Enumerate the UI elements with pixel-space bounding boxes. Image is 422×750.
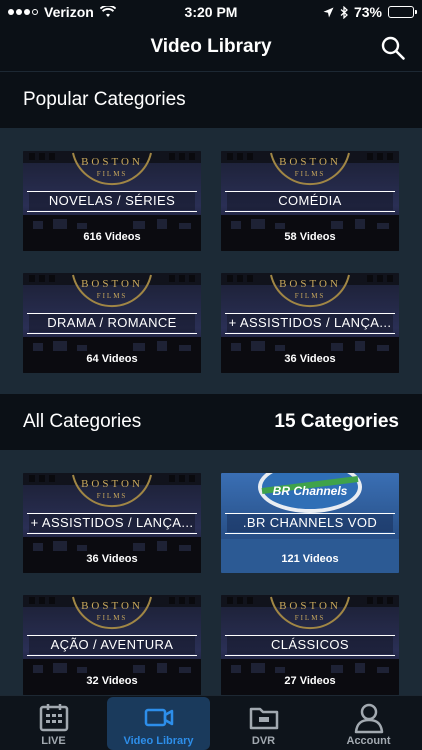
tile-brand-line1: BOSTON [279, 600, 341, 612]
tab-live[interactable]: LIVE [2, 697, 105, 750]
category-name: CLÁSSICOS [227, 636, 393, 654]
all-categories-title: All Categories [23, 411, 142, 432]
battery-icon [388, 6, 417, 18]
tab-label: Account [346, 735, 391, 747]
all-categories-header: All Categories 15 Categories [0, 394, 422, 450]
folder-icon [249, 707, 278, 730]
tile-divider [27, 211, 197, 212]
tile-divider [225, 211, 395, 212]
tile-divider [27, 333, 197, 334]
category-tile[interactable]: BOSTON FILMS + ASSISTIDOS / LANÇA... 36 … [23, 473, 201, 573]
tab-label: LIVE [41, 735, 66, 747]
category-name: NOVELAS / SÉRIES [29, 192, 195, 210]
popular-categories-title: Popular Categories [23, 89, 186, 110]
category-tile[interactable]: BOSTON FILMS AÇÃO / AVENTURA 32 Videos [23, 595, 201, 695]
tile-brand-line1: BOSTON [81, 600, 143, 612]
category-tile[interactable]: BOSTON FILMS DRAMA / ROMANCE 64 Videos [23, 273, 201, 373]
tile-divider [225, 333, 395, 334]
video-camera-icon [144, 708, 173, 727]
video-count: 64 Videos [86, 353, 138, 365]
video-count: 27 Videos [284, 675, 336, 687]
category-name: .BR CHANNELS VOD [227, 514, 393, 532]
tile-brand-line2: FILMS [295, 614, 326, 622]
tile-divider [27, 655, 197, 656]
tile-divider [27, 533, 197, 534]
tile-brand-line1: BOSTON [279, 278, 341, 290]
category-tile[interactable]: BR Channels .BR CHANNELS VOD 121 Videos [221, 473, 399, 573]
nav-bar: Video Library [0, 24, 422, 72]
tile-brand-line2: FILMS [295, 170, 326, 178]
status-right: 73% [323, 4, 417, 20]
tile-brand-line1: BOSTON [81, 156, 143, 168]
tab-account[interactable]: Account [317, 697, 420, 750]
category-name: COMÉDIA [227, 192, 393, 210]
location-icon [323, 7, 334, 17]
br-channels-banner: BR Channels [273, 484, 348, 498]
tile-brand-line2: FILMS [97, 614, 128, 622]
tab-dvr[interactable]: DVR [212, 697, 315, 750]
category-tile[interactable]: BOSTON FILMS + ASSISTIDOS / LANÇA... 36 … [221, 273, 399, 373]
tile-brand-line2: FILMS [295, 292, 326, 300]
category-tile[interactable]: BOSTON FILMS COMÉDIA 58 Videos [221, 151, 399, 251]
tile-divider [225, 533, 395, 534]
tab-video-library[interactable]: Video Library [107, 697, 210, 750]
video-count: 58 Videos [284, 231, 336, 243]
category-tile[interactable]: BOSTON FILMS CLÁSSICOS 27 Videos [221, 595, 399, 695]
video-count: 616 Videos [83, 231, 141, 243]
tile-brand-line1: BOSTON [81, 478, 143, 490]
video-count: 36 Videos [86, 553, 138, 565]
category-name: + ASSISTIDOS / LANÇA... [227, 314, 393, 332]
tab-label: Video Library [123, 735, 194, 747]
status-bar: Verizon 3:20 PM 73% [0, 0, 422, 24]
bluetooth-icon [340, 5, 348, 19]
search-icon[interactable] [380, 35, 406, 61]
tile-divider [225, 655, 395, 656]
tile-brand-line1: BOSTON [81, 278, 143, 290]
categories-count: 15 Categories [274, 411, 399, 432]
page-title: Video Library [150, 36, 272, 57]
tile-brand-line1: BOSTON [279, 156, 341, 168]
category-name: + ASSISTIDOS / LANÇA... [29, 514, 195, 532]
video-count: 36 Videos [284, 353, 336, 365]
video-count: 121 Videos [281, 553, 339, 565]
category-name: DRAMA / ROMANCE [29, 314, 195, 332]
tab-bar: LIVE Video Library DVR Account [0, 695, 422, 750]
tab-label: DVR [251, 735, 276, 747]
category-name: AÇÃO / AVENTURA [29, 636, 195, 654]
battery-percent: 73% [353, 4, 382, 20]
person-icon [354, 703, 383, 734]
tile-brand-line2: FILMS [97, 170, 128, 178]
tile-brand-line2: FILMS [97, 492, 128, 500]
calendar-icon [39, 704, 68, 732]
popular-categories-header: Popular Categories [0, 72, 422, 128]
category-tile[interactable]: BOSTON FILMS NOVELAS / SÉRIES 616 Videos [23, 151, 201, 251]
tile-brand-line2: FILMS [97, 292, 128, 300]
video-count: 32 Videos [86, 675, 138, 687]
